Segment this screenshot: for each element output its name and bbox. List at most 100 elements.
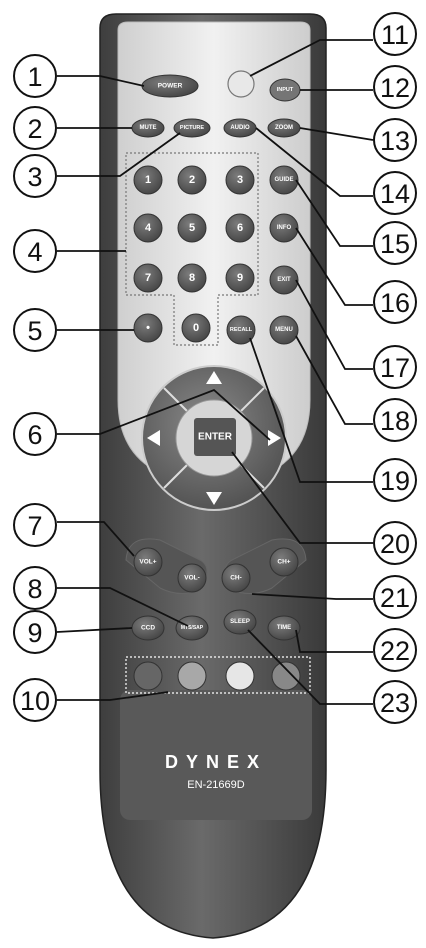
digit-2-label: 2: [189, 174, 195, 186]
callout-number: 12: [380, 73, 410, 103]
ccd-button-label: CCD: [141, 625, 155, 632]
sleep-button[interactable]: SLEEP: [223, 609, 257, 635]
guide-button-label: GUIDE: [274, 177, 293, 183]
ch-down-button[interactable]: CH-: [221, 563, 251, 593]
time-button-label: TIME: [277, 625, 291, 631]
callout-number: 18: [380, 406, 410, 436]
callout-3: 3: [13, 154, 57, 198]
digit-9-button[interactable]: 9: [225, 263, 255, 293]
digit-3-button[interactable]: 3: [225, 165, 255, 195]
callout-number: 17: [380, 353, 410, 383]
digit-0-label: 0: [193, 322, 199, 334]
digit-5-button[interactable]: 5: [177, 213, 207, 243]
callout-number: 16: [380, 288, 410, 318]
recall-button-label: RECALL: [230, 327, 253, 333]
time-button[interactable]: TIME: [267, 615, 301, 641]
callout-21: 21: [373, 575, 417, 619]
digit-8-button[interactable]: 8: [177, 263, 207, 293]
info-button[interactable]: INFO: [269, 213, 299, 243]
vol-down-button[interactable]: VOL-: [177, 563, 207, 593]
power-button-label: POWER: [158, 83, 183, 90]
callout-18: 18: [373, 398, 417, 442]
digit-2-button[interactable]: 2: [177, 165, 207, 195]
callout-12: 12: [373, 65, 417, 109]
color-key-2-button[interactable]: [177, 661, 207, 691]
zoom-button[interactable]: ZOOM: [267, 118, 301, 138]
callout-number: 7: [27, 511, 42, 541]
callout-number: 8: [27, 574, 42, 604]
mute-button-label: MUTE: [140, 125, 157, 131]
enter-button[interactable]: ENTER: [194, 418, 236, 456]
callout-2: 2: [13, 106, 57, 150]
callout-5: 5: [13, 308, 57, 352]
guide-button[interactable]: GUIDE: [269, 165, 299, 195]
callout-20: 20: [373, 521, 417, 565]
exit-button-label: EXIT: [277, 277, 291, 283]
vol-down-button-label: VOL-: [184, 575, 200, 582]
digit-5-label: 5: [189, 222, 195, 234]
digit-1-button[interactable]: 1: [133, 165, 163, 195]
callout-number: 4: [27, 237, 42, 267]
audio-button[interactable]: AUDIO: [223, 118, 257, 138]
menu-button[interactable]: MENU: [269, 315, 299, 345]
callout-17: 17: [373, 345, 417, 389]
callout-number: 23: [380, 688, 410, 718]
blank-button[interactable]: [227, 70, 255, 98]
input-button[interactable]: INPUT: [269, 78, 301, 102]
callout-4: 4: [13, 229, 57, 273]
callout-number: 22: [380, 636, 410, 666]
digit-9-label: 9: [237, 272, 243, 284]
callout-14: 14: [373, 171, 417, 215]
digit-1-label: 1: [145, 174, 151, 186]
callout-number: 10: [20, 686, 50, 716]
callout-number: 15: [380, 229, 410, 259]
color-key-4-button[interactable]: [271, 661, 301, 691]
callout-number: 9: [27, 618, 42, 648]
digit-0-button[interactable]: 0: [181, 313, 211, 343]
mts-sap-button[interactable]: MTS/SAP: [175, 615, 209, 641]
callout-number: 19: [380, 466, 410, 496]
callout-23: 23: [373, 680, 417, 724]
digit-7-label: 7: [145, 272, 151, 284]
callout-10: 10: [13, 678, 57, 722]
callout-15: 15: [373, 221, 417, 265]
mts-sap-button-label: MTS/SAP: [181, 625, 204, 631]
color-key-1-button[interactable]: [133, 661, 163, 691]
callout-number: 21: [380, 583, 410, 613]
digit-6-button[interactable]: 6: [225, 213, 255, 243]
exit-button[interactable]: EXIT: [269, 265, 299, 295]
callout-number: 11: [381, 20, 409, 50]
callout-11: 11: [373, 12, 417, 56]
brand-logo: DYNEX: [165, 752, 267, 772]
digit-7-button[interactable]: 7: [133, 263, 163, 293]
dot-button[interactable]: •: [133, 313, 163, 343]
sleep-button-label: SLEEP: [230, 619, 250, 625]
diagram-canvas: DYNEX EN-21669D ENTER POWER MUTE PICTURE AU…: [13, 12, 417, 939]
callout-number: 20: [380, 529, 410, 559]
callout-number: 3: [27, 162, 42, 192]
callout-number: 13: [380, 126, 410, 156]
ch-up-button-label: CH+: [277, 559, 290, 566]
remote-diagram: DYNEX EN-21669D ENTER POWER MUTE PICTURE AU…: [0, 0, 426, 943]
mute-button[interactable]: MUTE: [131, 118, 165, 138]
callout-6: 6: [13, 412, 57, 456]
callout-number: 14: [380, 179, 410, 209]
menu-button-label: MENU: [275, 327, 293, 333]
power-button[interactable]: POWER: [141, 74, 199, 98]
ch-down-button-label: CH-: [230, 575, 242, 582]
callout-number: 2: [27, 114, 42, 144]
callout-9: 9: [13, 610, 57, 654]
dot-button-label: •: [146, 322, 150, 334]
callout-16: 16: [373, 280, 417, 324]
digit-4-button[interactable]: 4: [133, 213, 163, 243]
callout-8: 8: [13, 566, 57, 610]
ccd-button[interactable]: CCD: [131, 615, 165, 641]
digit-8-label: 8: [189, 272, 195, 284]
ch-up-button[interactable]: CH+: [269, 547, 299, 577]
digit-3-label: 3: [237, 174, 243, 186]
info-button-label: INFO: [277, 225, 292, 231]
color-key-3-button[interactable]: [225, 661, 255, 691]
input-button-label: INPUT: [277, 87, 294, 93]
vol-up-button[interactable]: VOL+: [133, 547, 163, 577]
callout-19: 19: [373, 458, 417, 502]
